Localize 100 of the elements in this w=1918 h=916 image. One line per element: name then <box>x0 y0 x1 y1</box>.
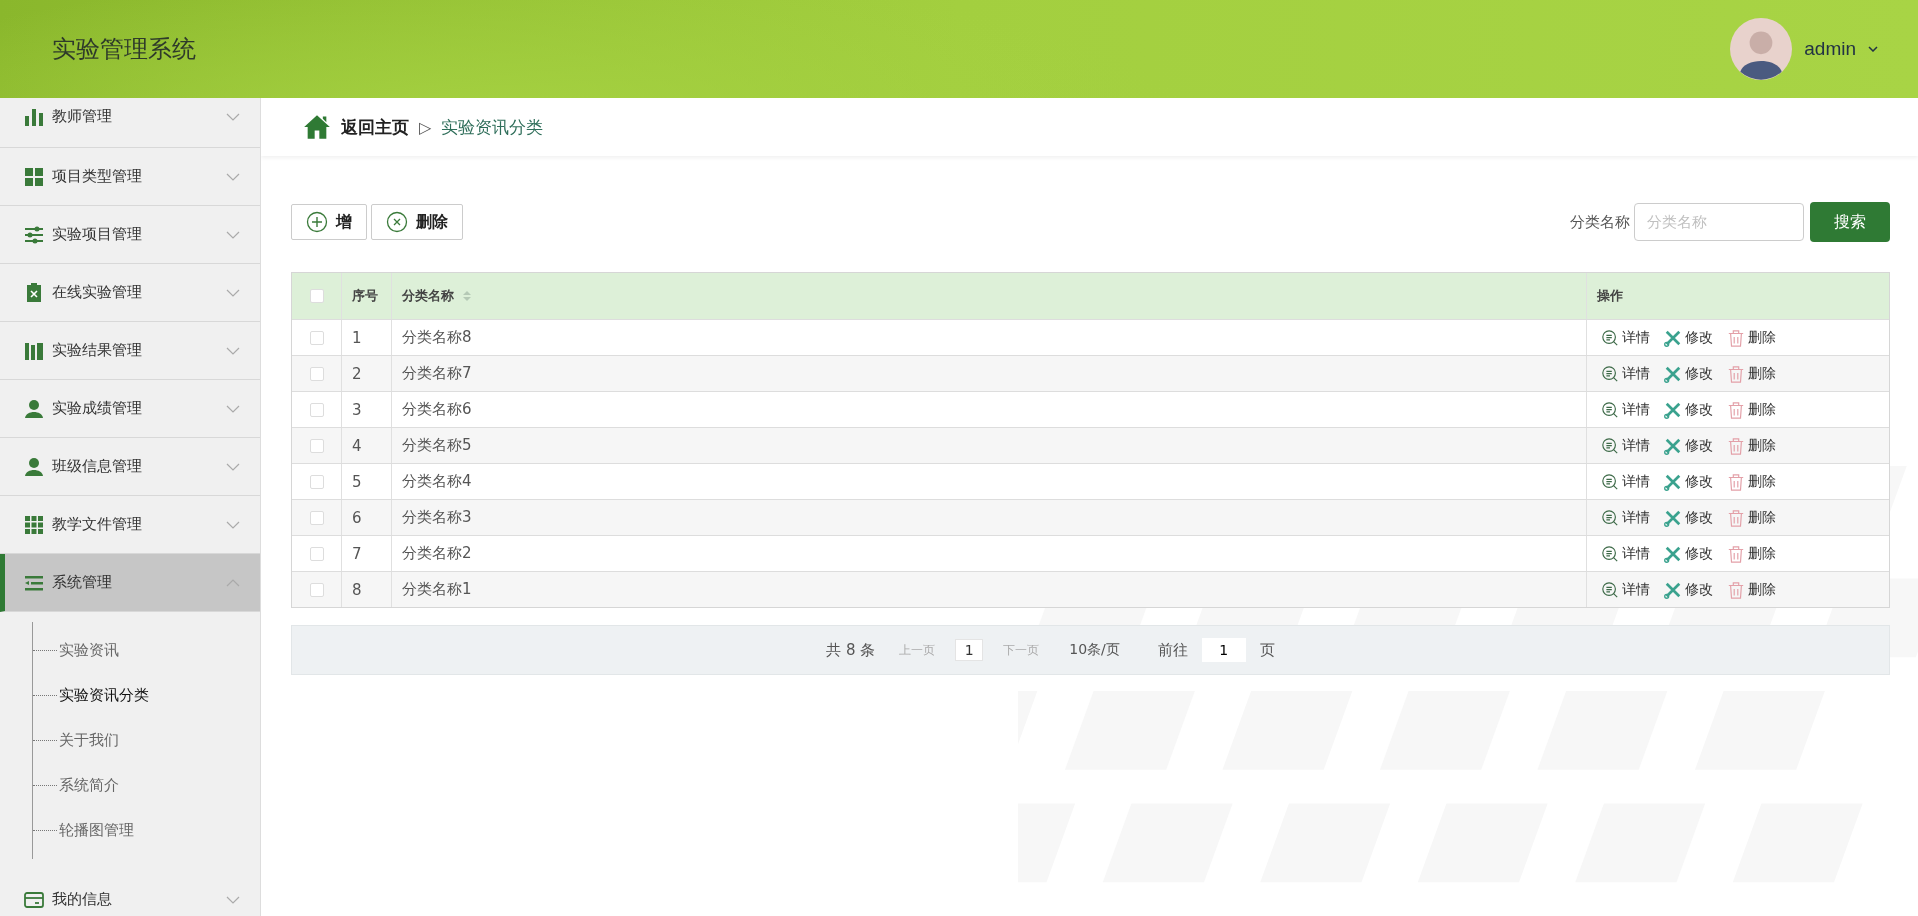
home-link[interactable]: 返回主页 <box>341 115 409 139</box>
edit-link[interactable]: 修改 <box>1664 544 1713 563</box>
detail-link[interactable]: 详情 <box>1601 508 1650 527</box>
chart-icon <box>24 106 44 127</box>
add-button[interactable]: 增 <box>291 204 367 240</box>
column-header[interactable]: 分类名称 <box>402 287 454 305</box>
detail-link[interactable]: 详情 <box>1601 364 1650 383</box>
clipboard-icon <box>24 282 44 303</box>
delete-link[interactable]: 删除 <box>1727 328 1776 347</box>
caret-icon[interactable] <box>1868 46 1878 52</box>
submenu-item[interactable]: 系统简介 <box>59 776 119 795</box>
menu-label: 实验项目管理 <box>52 225 143 244</box>
x-circle-icon <box>386 211 408 233</box>
row-checkbox[interactable] <box>309 330 324 345</box>
chevron-down-icon <box>226 112 240 121</box>
card-icon <box>24 889 44 910</box>
row-checkbox[interactable] <box>309 366 324 381</box>
apps-icon <box>24 514 44 535</box>
edit-link[interactable]: 修改 <box>1664 508 1713 527</box>
row-checkbox[interactable] <box>309 582 324 597</box>
menu-label: 我的信息 <box>52 890 113 909</box>
edit-link[interactable]: 修改 <box>1664 328 1713 347</box>
edit-link[interactable]: 修改 <box>1664 436 1713 455</box>
goto-page-field[interactable]: 1 <box>1201 638 1246 662</box>
search-icon <box>1601 328 1619 347</box>
sort-icon[interactable] <box>462 290 472 302</box>
person-icon <box>24 398 44 419</box>
page-number-button[interactable]: 1 <box>955 639 984 661</box>
trash-icon <box>1727 364 1745 383</box>
delete-link[interactable]: 删除 <box>1727 364 1776 383</box>
trash-icon <box>1727 508 1745 527</box>
menu-item[interactable]: 实验结果管理 <box>0 322 260 380</box>
menu-item[interactable]: 实验成绩管理 <box>0 380 260 438</box>
chevron-down-icon <box>226 404 240 413</box>
user-name[interactable]: admin <box>1804 38 1856 60</box>
search-icon <box>1601 472 1619 491</box>
menu-item[interactable]: 在线实验管理 <box>0 264 260 322</box>
submenu-item[interactable]: 关于我们 <box>59 731 119 750</box>
search-icon <box>1601 436 1619 455</box>
row-checkbox[interactable] <box>309 546 324 561</box>
table-cell: 8 <box>342 572 392 607</box>
edit-link[interactable]: 修改 <box>1664 580 1713 599</box>
menu-label: 教学文件管理 <box>52 515 143 534</box>
delete-link[interactable]: 删除 <box>1727 580 1776 599</box>
trash-icon <box>1727 328 1745 347</box>
delete-link[interactable]: 删除 <box>1727 436 1776 455</box>
row-checkbox[interactable] <box>309 474 324 489</box>
row-checkbox[interactable] <box>309 438 324 453</box>
tools-icon <box>1664 544 1682 563</box>
submenu-item[interactable]: 实验资讯分类 <box>59 686 149 705</box>
home-icon[interactable] <box>303 114 331 140</box>
plus-circle-icon <box>306 211 328 233</box>
detail-link[interactable]: 详情 <box>1601 400 1650 419</box>
breadcrumb-separator: ▷ <box>419 117 432 137</box>
tools-icon <box>1664 328 1682 347</box>
table-cell: 分类名称1 <box>392 572 1587 607</box>
detail-link[interactable]: 详情 <box>1601 580 1650 599</box>
menu-item[interactable]: 系统管理 <box>0 554 260 612</box>
chevron-up-icon <box>226 578 240 587</box>
delete-link[interactable]: 删除 <box>1727 400 1776 419</box>
avatar-icon[interactable] <box>1730 18 1793 80</box>
menu-item[interactable]: 项目类型管理 <box>0 148 260 206</box>
delete-link[interactable]: 删除 <box>1727 508 1776 527</box>
tools-icon <box>1664 364 1682 383</box>
menu-item[interactable]: 实验项目管理 <box>0 206 260 264</box>
trash-icon <box>1727 400 1745 419</box>
detail-link[interactable]: 详情 <box>1601 472 1650 491</box>
chevron-down-icon <box>226 288 240 297</box>
edit-link[interactable]: 修改 <box>1664 472 1713 491</box>
search-icon <box>1601 364 1619 383</box>
menu-label: 班级信息管理 <box>52 457 143 476</box>
edit-link[interactable]: 修改 <box>1664 400 1713 419</box>
search-icon <box>1601 508 1619 527</box>
tools-icon <box>1664 472 1682 491</box>
delete-link[interactable]: 删除 <box>1727 544 1776 563</box>
menu-item[interactable]: 教师管理 <box>0 98 260 148</box>
books-icon <box>24 340 44 361</box>
page-suffix: 页 <box>1259 640 1275 660</box>
submenu-item[interactable]: 实验资讯 <box>59 641 119 660</box>
edit-link[interactable]: 修改 <box>1664 364 1713 383</box>
detail-link[interactable]: 详情 <box>1601 436 1650 455</box>
detail-link[interactable]: 详情 <box>1601 328 1650 347</box>
menu-item[interactable]: 班级信息管理 <box>0 438 260 496</box>
menu-label: 系统管理 <box>52 573 113 592</box>
trash-icon <box>1727 472 1745 491</box>
select-all-checkbox[interactable] <box>309 289 324 303</box>
chevron-down-icon <box>226 172 240 181</box>
submenu-item[interactable]: 轮播图管理 <box>59 821 134 840</box>
chevron-down-icon <box>226 230 240 239</box>
page-size-select[interactable]: 10条/页 <box>1069 641 1120 659</box>
detail-link[interactable]: 详情 <box>1601 544 1650 563</box>
row-checkbox[interactable] <box>309 510 324 525</box>
menu-item[interactable]: 我的信息 <box>0 871 260 916</box>
tools-icon <box>1664 580 1682 599</box>
search-field[interactable]: 分类名称 <box>1634 203 1804 241</box>
delete-button[interactable]: 删除 <box>371 204 463 240</box>
row-checkbox[interactable] <box>309 402 324 417</box>
search-button[interactable]: 搜索 <box>1810 202 1890 242</box>
delete-link[interactable]: 删除 <box>1727 472 1776 491</box>
search-icon <box>1601 580 1619 599</box>
